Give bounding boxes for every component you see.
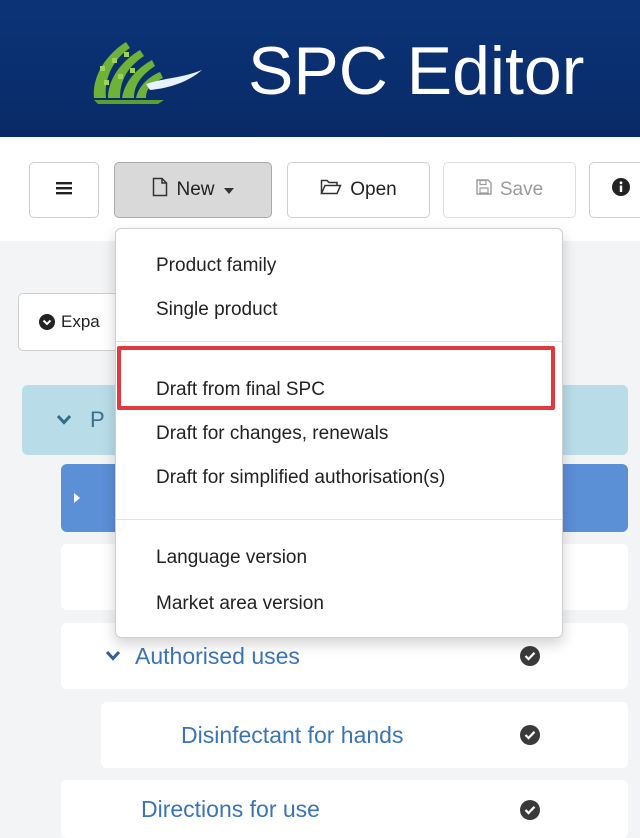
expand-all-label: Expa (61, 312, 100, 331)
new-button[interactable]: New (114, 162, 272, 218)
status-check-icon (520, 725, 540, 745)
app-title: SPC Editor (248, 33, 585, 109)
menu-item-language-version[interactable]: Language version (156, 547, 307, 569)
menu-item-single-product[interactable]: Single product (156, 299, 277, 321)
file-icon (152, 177, 168, 203)
floppy-disk-icon (476, 179, 492, 201)
chevron-down-icon (105, 650, 121, 662)
disinfectant-label: Disinfectant for hands (181, 721, 404, 748)
folder-open-icon (320, 178, 342, 202)
chevron-circle-down-icon (39, 314, 55, 330)
save-button-label: Save (499, 179, 544, 200)
caret-right-icon (73, 492, 81, 504)
new-dropdown-menu: Product family Single product Draft from… (115, 228, 563, 638)
menu-item-draft-simplified[interactable]: Draft for simplified authorisation(s) (156, 467, 445, 489)
spc-logo-icon (64, 28, 214, 123)
menu-item-product-family[interactable]: Product family (156, 255, 276, 277)
chevron-down-icon (56, 414, 72, 426)
caret-down-icon (223, 188, 234, 194)
status-check-icon (520, 646, 540, 666)
save-button[interactable]: Save (443, 162, 576, 218)
info-button[interactable] (589, 162, 640, 218)
tree-row-disinfectant[interactable]: Disinfectant for hands (101, 702, 628, 768)
open-button[interactable]: Open (287, 162, 430, 218)
tree-row-directions[interactable]: Directions for use (61, 780, 628, 838)
authorised-uses-label: Authorised uses (135, 642, 300, 669)
tree-root-label: P (90, 407, 105, 432)
hamburger-menu-button[interactable] (29, 162, 99, 218)
open-button-label: Open (350, 179, 397, 200)
highlight-annotation-box (117, 346, 555, 410)
info-circle-icon (612, 178, 630, 202)
menu-divider (116, 519, 562, 520)
status-check-icon (520, 800, 540, 820)
new-button-label: New (176, 179, 215, 200)
menu-item-market-area-version[interactable]: Market area version (156, 593, 324, 615)
directions-label: Directions for use (141, 795, 320, 822)
menu-item-draft-for-changes[interactable]: Draft for changes, renewals (156, 423, 388, 445)
app-header: SPC Editor (0, 0, 640, 137)
menu-divider (116, 341, 562, 342)
hamburger-icon (56, 179, 72, 201)
